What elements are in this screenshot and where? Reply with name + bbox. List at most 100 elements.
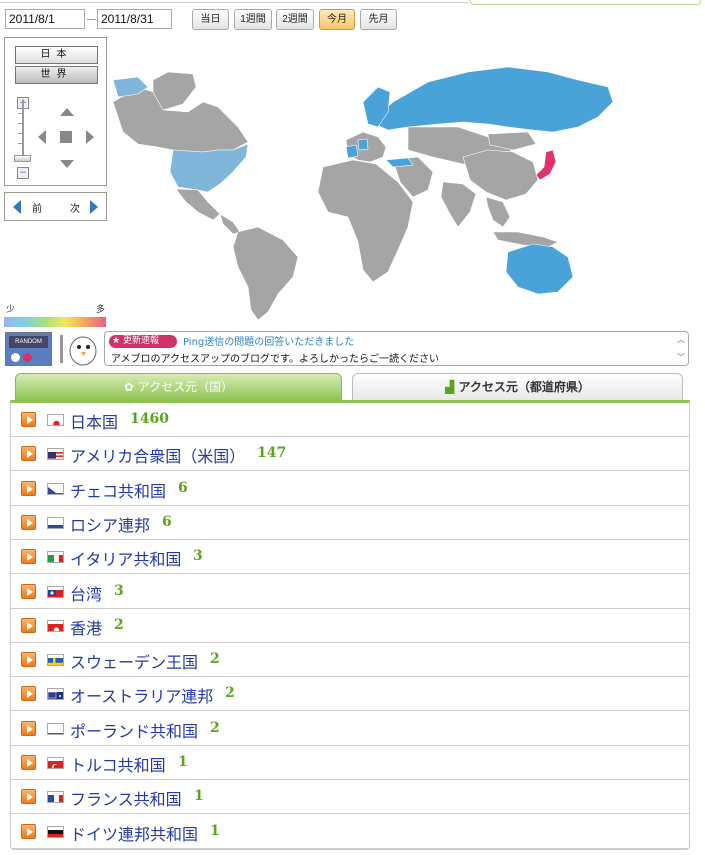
country-name-link[interactable]: 香港 xyxy=(70,615,102,639)
map-control-panel: 日本 世界 + − xyxy=(4,37,107,186)
country-row[interactable]: イタリア共和国 3 xyxy=(11,540,689,575)
news-badge: ★ 更新速報 xyxy=(109,335,177,348)
random-banner[interactable]: RANDOM xyxy=(5,332,52,366)
access-count: 147 xyxy=(257,445,287,462)
random-next-icon[interactable] xyxy=(23,353,32,362)
flag-se-icon xyxy=(47,654,64,667)
country-name-link[interactable]: オーストラリア連邦 xyxy=(70,683,213,707)
play-icon[interactable] xyxy=(21,480,36,496)
country-name-link[interactable]: アメリカ合衆国（米国） xyxy=(70,443,245,467)
access-count: 2 xyxy=(114,616,124,633)
world-map[interactable] xyxy=(108,32,705,322)
country-row[interactable]: 香港 2 xyxy=(11,609,689,643)
country-row[interactable]: フランス共和国 1 xyxy=(11,780,689,815)
indonesia-shape xyxy=(492,231,559,248)
country-row[interactable]: ロシア連邦 6 xyxy=(11,506,689,540)
play-icon[interactable] xyxy=(21,446,36,462)
play-icon[interactable] xyxy=(21,789,36,805)
period-2weeks-button[interactable]: 2週間 xyxy=(276,9,314,30)
scroll-up-icon[interactable]: ︿ xyxy=(677,334,685,345)
country-row[interactable]: アメリカ合衆国（米国） 147 xyxy=(11,437,689,472)
date-range-separator xyxy=(87,19,96,20)
flag-us-icon xyxy=(47,448,64,461)
zoom-track[interactable] xyxy=(22,100,24,160)
play-icon[interactable] xyxy=(21,617,36,633)
play-icon[interactable] xyxy=(21,823,36,839)
end-date-input[interactable]: 2011/8/31 xyxy=(97,9,172,29)
country-row[interactable]: スウェーデン王国 2 xyxy=(11,643,689,678)
pan-up-icon[interactable] xyxy=(60,108,74,116)
pan-down-icon[interactable] xyxy=(60,160,74,168)
pan-center-icon[interactable] xyxy=(60,131,72,143)
india-shape xyxy=(440,181,477,228)
page-nav-box: 前 次 xyxy=(4,192,107,221)
country-name-link[interactable]: 台湾 xyxy=(70,581,102,605)
next-label[interactable]: 次 xyxy=(70,200,80,215)
news-headline-link[interactable]: Ping送信の問題の回答いただきました xyxy=(183,333,354,348)
play-icon[interactable] xyxy=(21,755,36,770)
prev-arrow-icon[interactable] xyxy=(13,200,21,214)
usa-shape xyxy=(169,143,249,193)
play-icon[interactable] xyxy=(21,549,36,565)
southeast-asia-shape xyxy=(485,196,511,228)
tab-prefecture[interactable]: ▟ アクセス元（都道府県） xyxy=(352,373,683,401)
country-row[interactable]: ポーランド共和国 2 xyxy=(11,712,689,746)
country-name-link[interactable]: 日本国 xyxy=(70,409,118,433)
country-row[interactable]: 台湾 3 xyxy=(11,575,689,609)
pan-left-icon[interactable] xyxy=(38,130,46,144)
south-america-shape xyxy=(232,226,299,321)
play-icon[interactable] xyxy=(21,412,36,427)
country-name-link[interactable]: スウェーデン王国 xyxy=(70,649,198,673)
australia-shape xyxy=(505,243,574,295)
period-today-button[interactable]: 当日 xyxy=(192,9,229,30)
country-name-link[interactable]: トルコ共和国 xyxy=(70,752,166,776)
legend-low-label: 少 xyxy=(6,305,16,315)
random-prev-icon[interactable] xyxy=(11,353,20,362)
play-icon[interactable] xyxy=(21,583,36,599)
country-row[interactable]: オーストラリア連邦 2 xyxy=(11,677,689,712)
period-1week-button[interactable]: 1週間 xyxy=(234,9,272,30)
pan-right-icon[interactable] xyxy=(86,130,94,144)
flag-jp-icon xyxy=(47,414,64,426)
country-row[interactable]: トルコ共和国 1 xyxy=(11,746,689,780)
period-last-month-button[interactable]: 先月 xyxy=(360,9,397,30)
access-count: 2 xyxy=(210,651,220,668)
country-name-link[interactable]: ロシア連邦 xyxy=(70,512,150,536)
country-name-link[interactable]: ドイツ連邦共和国 xyxy=(70,821,198,845)
prev-label[interactable]: 前 xyxy=(32,200,42,215)
period-this-month-button[interactable]: 今月 xyxy=(319,9,355,30)
region-japan-button[interactable]: 日本 xyxy=(15,46,98,64)
access-count: 3 xyxy=(114,582,124,599)
access-count: 6 xyxy=(162,513,172,530)
flag-tw-icon xyxy=(47,585,64,598)
legend-high-label: 多 xyxy=(95,305,105,315)
play-icon[interactable] xyxy=(21,652,36,668)
japan-shape xyxy=(535,149,557,181)
tab-country[interactable]: ✿ アクセス元（国） xyxy=(15,373,342,401)
france-shape xyxy=(345,144,359,159)
region-world-button[interactable]: 世界 xyxy=(15,66,98,84)
country-row[interactable]: チェコ共和国 6 xyxy=(11,472,689,506)
bar-chart-icon: ▟ xyxy=(445,380,459,394)
play-icon[interactable] xyxy=(21,514,36,530)
country-row[interactable]: 日本国 1460 xyxy=(11,403,689,437)
access-count: 2 xyxy=(210,719,220,736)
play-icon[interactable] xyxy=(21,720,36,736)
scroll-down-icon[interactable]: ﹀ xyxy=(677,352,685,363)
country-name-link[interactable]: フランス共和国 xyxy=(70,786,182,810)
play-icon[interactable] xyxy=(21,686,36,702)
next-arrow-icon[interactable] xyxy=(90,200,98,214)
start-date-input[interactable]: 2011/8/1 xyxy=(5,9,85,29)
country-row[interactable]: ドイツ連邦共和国 1 xyxy=(11,815,689,849)
country-name-link[interactable]: イタリア共和国 xyxy=(70,546,181,570)
flag-de-icon xyxy=(47,825,64,838)
access-count: 1460 xyxy=(130,411,169,427)
mexico-shape xyxy=(175,188,221,221)
country-list: 日本国 1460 アメリカ合衆国（米国） 147 チェコ共和国 6 ロシア連邦 6 イタリア共和… xyxy=(10,400,690,850)
country-name-link[interactable]: チェコ共和国 xyxy=(70,478,166,502)
flag-au-icon xyxy=(47,688,64,701)
country-name-link[interactable]: ポーランド共和国 xyxy=(70,718,198,742)
zoom-slider-handle[interactable] xyxy=(14,155,31,162)
zoom-out-icon[interactable]: − xyxy=(17,167,29,179)
access-count: 6 xyxy=(178,479,188,496)
